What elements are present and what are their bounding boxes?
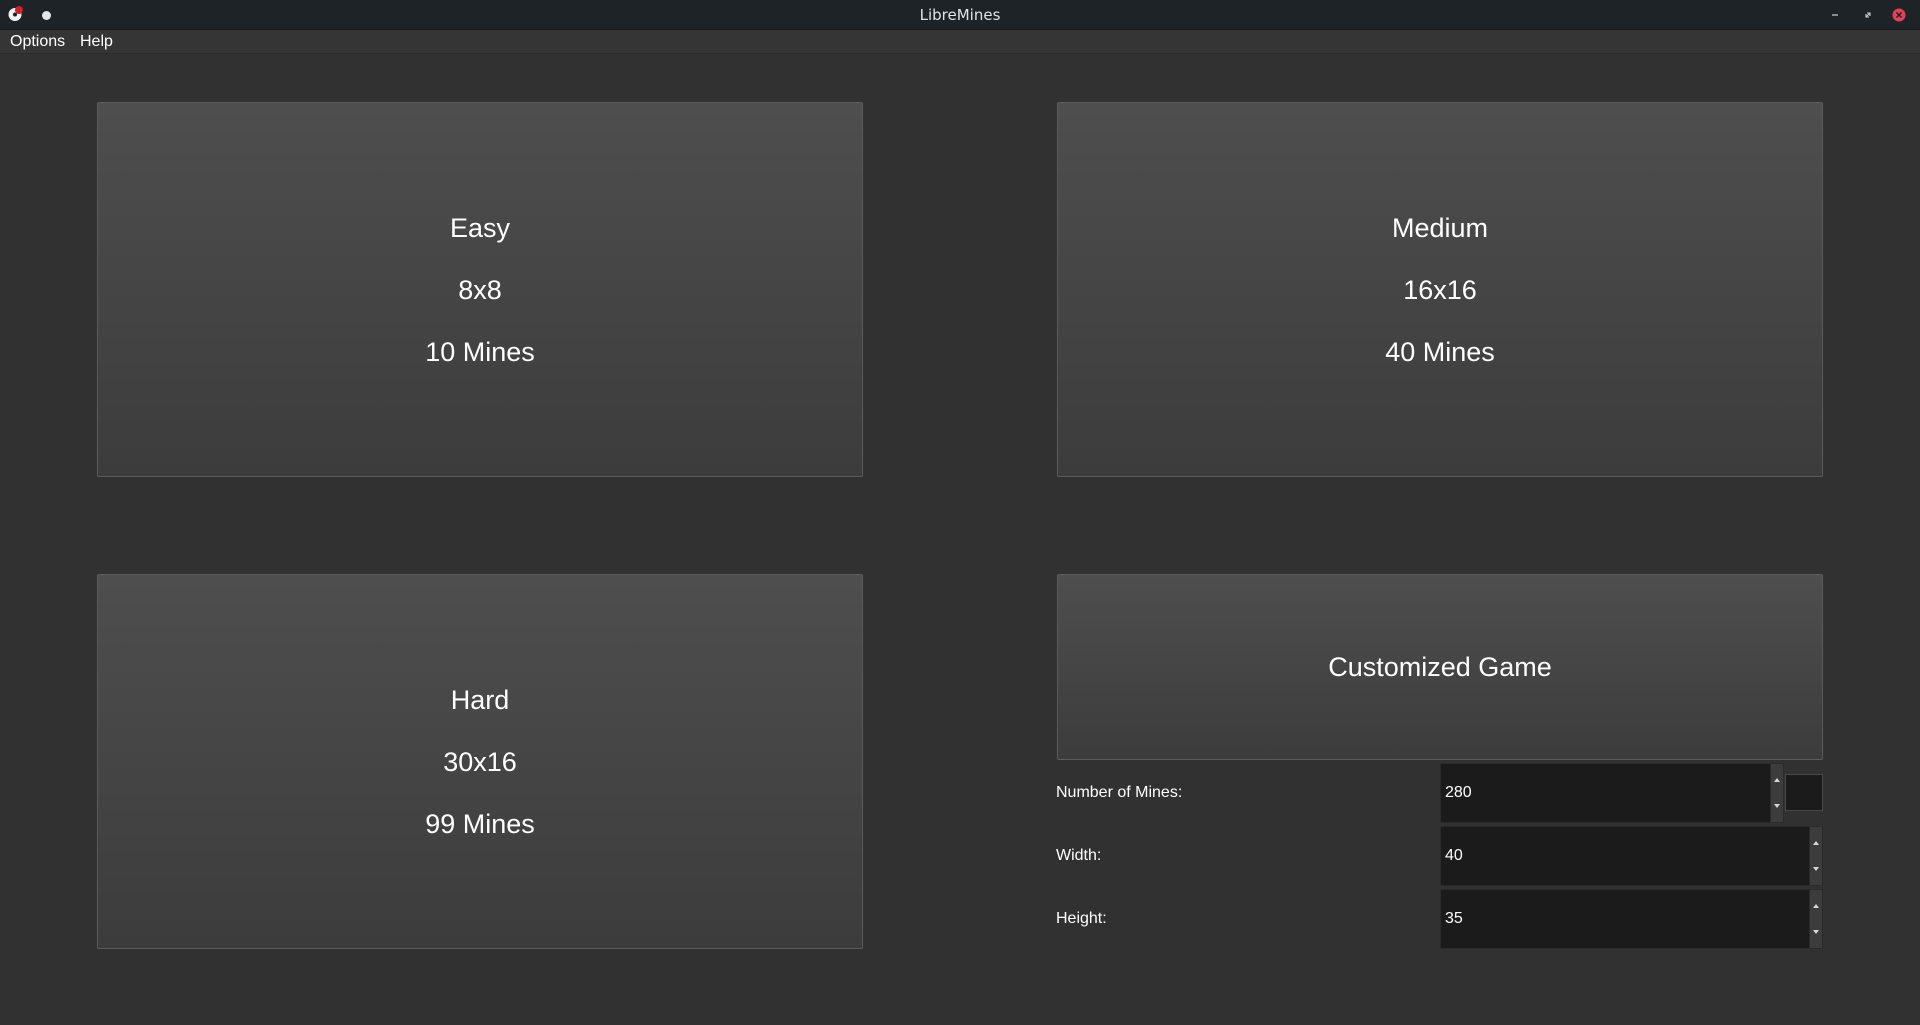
height-up-icon[interactable]	[1813, 904, 1819, 908]
window-title: LibreMines	[919, 6, 1001, 24]
hard-mines: 99 Mines	[425, 808, 535, 839]
medium-mines: 40 Mines	[1385, 336, 1495, 367]
title-bar: LibreMines	[0, 0, 1920, 30]
width-label: Width:	[1056, 847, 1102, 864]
customized-game-label: Customized Game	[1328, 652, 1552, 682]
menu-bar: Options Help	[0, 30, 1920, 54]
menu-options[interactable]: Options	[8, 33, 67, 51]
width-value[interactable]: 40	[1445, 847, 1463, 865]
height-down-icon[interactable]	[1813, 930, 1819, 934]
minimize-icon[interactable]	[1827, 7, 1843, 23]
mines-up-icon[interactable]	[1774, 778, 1780, 782]
menu-help[interactable]: Help	[78, 33, 115, 51]
easy-mines: 10 Mines	[425, 336, 535, 367]
easy-button[interactable]: Easy 8x8 10 Mines	[97, 102, 863, 477]
medium-size: 16x16	[1403, 274, 1477, 305]
mines-down-icon[interactable]	[1774, 804, 1780, 808]
hard-size: 30x16	[443, 746, 517, 777]
width-down-icon[interactable]	[1813, 867, 1819, 871]
width-stepper[interactable]	[1809, 827, 1822, 885]
maximize-icon[interactable]	[1860, 7, 1876, 23]
height-spinbox[interactable]: 35	[1440, 889, 1823, 949]
hard-name: Hard	[450, 684, 510, 715]
height-value[interactable]: 35	[1445, 910, 1463, 928]
hard-button[interactable]: Hard 30x16 99 Mines	[97, 574, 863, 949]
mines-spinbox[interactable]: 280	[1440, 763, 1784, 823]
easy-size: 8x8	[458, 274, 502, 305]
medium-button[interactable]: Medium 16x16 40 Mines	[1057, 102, 1823, 477]
easy-name: Easy	[449, 212, 511, 243]
width-spinbox[interactable]: 40	[1440, 826, 1823, 886]
mines-value[interactable]: 280	[1445, 784, 1472, 802]
customized-game-button[interactable]: Customized Game	[1057, 574, 1823, 760]
mines-percent-box	[1785, 774, 1823, 811]
width-up-icon[interactable]	[1813, 841, 1819, 845]
mines-stepper[interactable]	[1770, 764, 1783, 822]
medium-name: Medium	[1391, 212, 1489, 243]
close-icon[interactable]	[1891, 7, 1907, 23]
mines-label: Number of Mines:	[1056, 784, 1183, 801]
height-stepper[interactable]	[1809, 890, 1822, 948]
height-label: Height:	[1056, 910, 1107, 927]
